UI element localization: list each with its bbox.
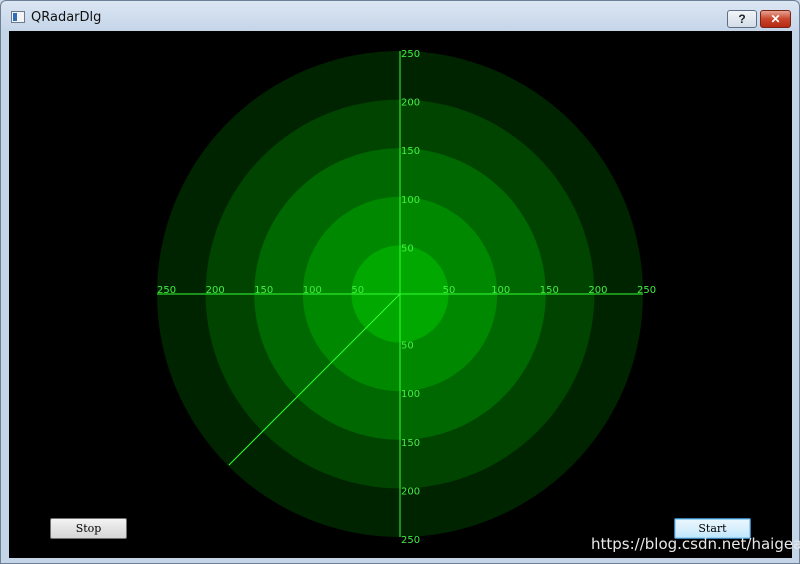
axis-label-top-250: 250: [401, 49, 420, 60]
dialog-window: QRadarDlg ? ✕ 250 200 150 100 50 50 100 150 200 2…: [0, 0, 800, 564]
axis-label-bottom-50: 50: [401, 341, 414, 352]
axis-label-top-200: 200: [401, 98, 420, 109]
axis-label-bottom-100: 100: [401, 389, 420, 400]
close-button[interactable]: ✕: [760, 10, 791, 28]
window-title: QRadarDlg: [31, 10, 102, 25]
axis-label-right-200: 200: [588, 285, 607, 296]
axis-label-right-150: 150: [540, 285, 559, 296]
axis-label-bottom-250: 250: [401, 535, 420, 546]
axis-label-left-200: 200: [206, 285, 225, 296]
help-button[interactable]: ?: [727, 10, 757, 28]
radar-display: 250 200 150 100 50 50 100 150 200 250 250 200 150 100…: [9, 31, 792, 558]
axis-label-right-100: 100: [491, 285, 510, 296]
axis-label-bottom-150: 150: [401, 438, 420, 449]
axis-label-top-100: 100: [401, 195, 420, 206]
title-bar[interactable]: QRadarDlg ? ✕: [1, 1, 799, 31]
stop-button[interactable]: Stop: [50, 518, 127, 539]
app-icon: [11, 11, 25, 23]
axis-label-left-250: 250: [157, 285, 176, 296]
radar-canvas: 250 200 150 100 50 50 100 150 200 250 250 200 150 100…: [157, 49, 656, 546]
axis-label-right-50: 50: [443, 285, 456, 296]
axis-label-bottom-200: 200: [401, 486, 420, 497]
axis-label-left-100: 100: [303, 285, 322, 296]
axis-label-left-50: 50: [351, 285, 364, 296]
axis-label-top-150: 150: [401, 146, 420, 157]
axis-label-left-150: 150: [254, 285, 273, 296]
axis-label-top-50: 50: [401, 243, 414, 254]
axis-label-right-250: 250: [637, 285, 656, 296]
watermark-text: https://blog.csdn.net/haigear: [591, 535, 800, 553]
